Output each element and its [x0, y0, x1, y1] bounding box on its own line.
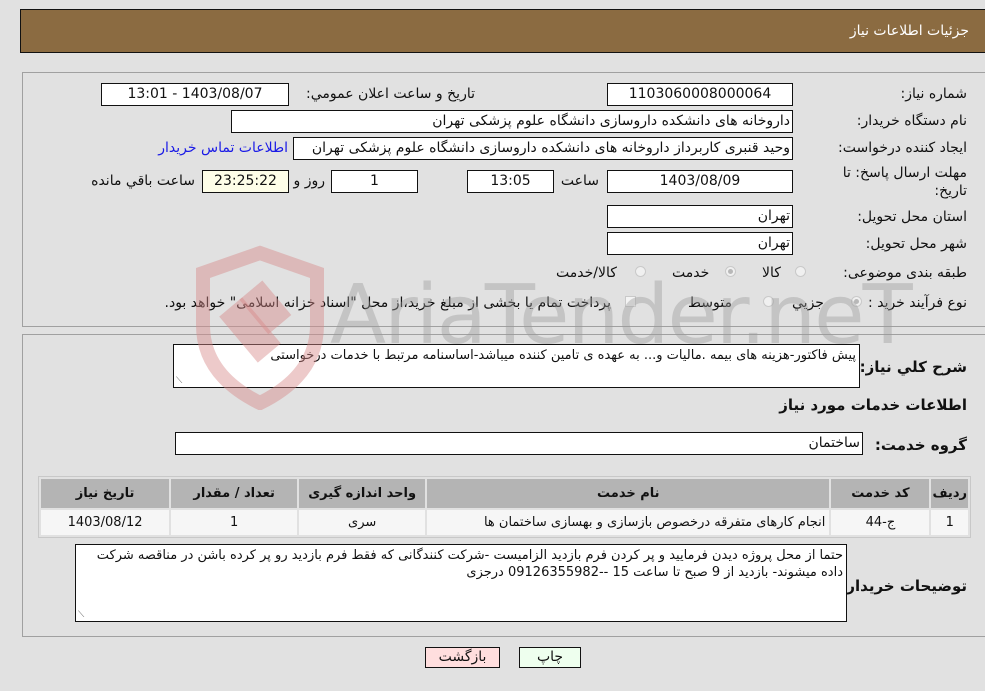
cell-need-date: 1403/08/12 — [41, 510, 170, 535]
buyer-org-field: داروخانه های دانشکده داروسازی دانشگاه عل… — [231, 110, 793, 133]
days-label: روز و — [293, 173, 326, 189]
back-button[interactable]: بازگشت — [425, 647, 500, 668]
page-title: جزئیات اطلاعات نیاز — [849, 23, 969, 39]
city-field: تهران — [607, 232, 793, 255]
need-number-field: 1103060008000064 — [607, 83, 793, 106]
buyer-notes-text: حتما از محل پروژه دیدن فرمایید و پر کردن… — [96, 548, 843, 580]
need-number-label: شماره نیاز: — [900, 86, 968, 102]
description-text: پیش فاکتور-هزینه های بیمه .مالیات و... ب… — [270, 348, 856, 363]
city-label: شهر محل تحويل: — [865, 236, 967, 252]
category-label: طبقه بندی موضوعی: — [843, 265, 967, 281]
remaining-days-field: 1 — [331, 170, 418, 193]
purchase-radio-minor[interactable] — [851, 296, 862, 307]
services-section-title: اطلاعات خدمات مورد نياز — [779, 396, 967, 414]
col-quantity: تعداد / مقدار — [171, 479, 298, 508]
cell-quantity: 1 — [171, 510, 298, 535]
description-textarea[interactable]: پیش فاکتور-هزینه های بیمه .مالیات و... ب… — [173, 344, 860, 388]
cell-service-code: ج-44 — [831, 510, 930, 535]
requester-label: ايجاد كننده درخواست: — [838, 140, 967, 156]
category-radio-goods[interactable] — [795, 266, 806, 277]
announce-datetime-field: 1403/08/07 - 13:01 — [101, 83, 289, 106]
col-service-code: كد خدمت — [831, 479, 930, 508]
buyer-org-label: نام دستگاه خريدار: — [856, 113, 967, 129]
cell-unit: سری — [299, 510, 426, 535]
deadline-date-field: 1403/08/09 — [607, 170, 793, 193]
col-unit: واحد اندازه گيری — [299, 479, 426, 508]
page-header: جزئیات اطلاعات نیاز — [20, 9, 985, 53]
announce-datetime-label: تاریخ و ساعت اعلان عمومي: — [306, 86, 475, 102]
deadline-time-field: 13:05 — [467, 170, 554, 193]
requester-field: وحید قنبری کاربرداز داروخانه های دانشکده… — [293, 137, 793, 160]
col-service-name: نام خدمت — [427, 479, 830, 508]
table-header-row: رديف كد خدمت نام خدمت واحد اندازه گيری ت… — [41, 479, 968, 508]
category-option-goods-service: كالا/خدمت — [556, 265, 617, 281]
deadline-time-label: ساعت — [560, 173, 599, 189]
buyer-notes-textarea[interactable]: حتما از محل پروژه دیدن فرمایید و پر کردن… — [75, 544, 847, 622]
purchase-option-minor: جزيي — [792, 295, 824, 311]
resize-grip-icon[interactable]: ⟋ — [78, 611, 84, 620]
resize-grip-icon[interactable]: ⟋ — [176, 377, 182, 386]
services-table: رديف كد خدمت نام خدمت واحد اندازه گيری ت… — [38, 476, 971, 538]
province-label: استان محل تحويل: — [857, 209, 967, 225]
service-group-label: گروه خدمت: — [874, 436, 967, 454]
deadline-label: مهلت ارسال پاسخ: تا تاریخ: — [842, 165, 967, 199]
category-option-goods: كالا — [762, 265, 781, 281]
cell-service-name: انجام کارهای متفرقه درخصوص بازسازی و بهس… — [427, 510, 830, 535]
col-row-number: رديف — [931, 479, 968, 508]
purchase-radio-medium[interactable] — [763, 296, 774, 307]
purchase-option-medium: متوسط — [688, 295, 732, 311]
table-row: 1 ج-44 انجام کارهای متفرقه درخصوص بازساز… — [41, 510, 968, 535]
treasury-checkbox-label: پرداخت تمام يا بخشی از مبلغ خريد،از محل … — [164, 295, 611, 311]
purchase-type-label: نوع فرآيند خريد : — [868, 295, 967, 311]
category-radio-goods-service[interactable] — [635, 266, 646, 277]
description-label: شرح كلي نياز: — [859, 358, 967, 376]
treasury-checkbox[interactable] — [625, 296, 636, 307]
service-group-field: ساختمان — [175, 432, 863, 455]
buyer-notes-label: توضيحات خريدار: — [840, 577, 967, 595]
col-need-date: تاريخ نياز — [41, 479, 170, 508]
buyer-contact-link[interactable]: اطلاعات تماس خريدار — [158, 140, 288, 156]
remaining-time-field: 23:25:22 — [202, 170, 289, 193]
category-option-service: خدمت — [672, 265, 710, 281]
category-radio-service[interactable] — [725, 266, 736, 277]
remaining-time-label: ساعت باقي مانده — [91, 173, 195, 189]
print-button[interactable]: چاپ — [519, 647, 581, 668]
cell-row-number: 1 — [931, 510, 968, 535]
province-field: تهران — [607, 205, 793, 228]
